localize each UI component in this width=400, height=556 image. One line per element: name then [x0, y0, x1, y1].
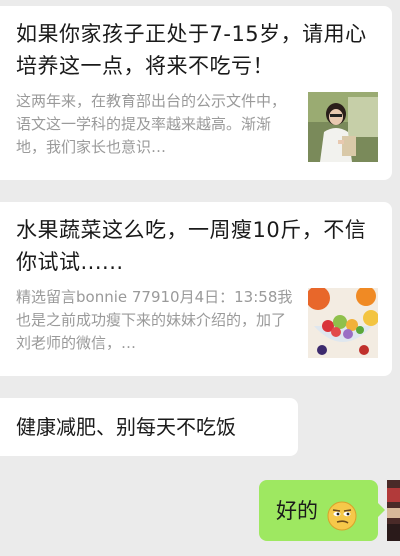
- article-title: 水果蔬菜这么吃，一周瘦10斤，不信你试试......: [16, 218, 367, 274]
- girl-reading-photo-icon: [308, 92, 378, 162]
- article-title: 如果你家孩子正处于7-15岁，请用心培养这一点，将来不吃亏！: [16, 22, 367, 78]
- my-reply-text: 好的: [276, 498, 318, 523]
- text-message: 健康减肥、别每天不吃饭: [16, 415, 236, 439]
- article-summary: 这两年来，在教育部出台的公示文件中，语文这一学科的提及率越来越高。渐渐地，我们家…: [16, 92, 287, 156]
- my-avatar[interactable]: [387, 480, 400, 541]
- article-card[interactable]: 如果你家孩子正处于7-15岁，请用心培养这一点，将来不吃亏！ 这两年来，在教育部…: [0, 6, 392, 180]
- my-reply-bubble[interactable]: 好的: [259, 480, 385, 541]
- article-body: 精选留言bonnie 77910月4日：13:58我也是之前成功瘦下来的妹妹介绍…: [16, 286, 378, 358]
- article-thumbnail: [308, 92, 378, 162]
- text-message-bubble[interactable]: 健康减肥、别每天不吃饭: [0, 398, 298, 456]
- article-thumbnail: [308, 288, 378, 358]
- fruit-salad-photo-icon: [308, 288, 378, 358]
- article-card[interactable]: 水果蔬菜这么吃，一周瘦10斤，不信你试试...... 精选留言bonnie 77…: [0, 202, 392, 376]
- article-summary: 精选留言bonnie 77910月4日：13:58我也是之前成功瘦下来的妹妹介绍…: [16, 288, 293, 352]
- smirk-emoji-icon: [327, 494, 357, 531]
- article-body: 这两年来，在教育部出台的公示文件中，语文这一学科的提及率越来越高。渐渐地，我们家…: [16, 90, 378, 162]
